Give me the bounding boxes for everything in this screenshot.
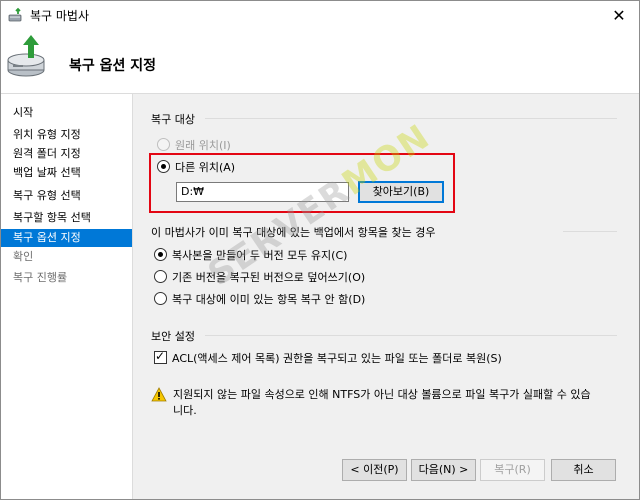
title-bar: 복구 마법사 ✕	[1, 1, 639, 29]
recovery-wizard-window: 복구 마법사 ✕ 복구 옵션 지정 시작 위치 유형 지정 원격 폴더 지정 백…	[0, 0, 640, 500]
divider	[205, 118, 617, 119]
overwrite-label: 기존 버전을 복구된 버전으로 덮어쓰기(O)	[172, 271, 366, 284]
recover-button[interactable]: 복구(R)	[480, 459, 545, 481]
sidebar-item-confirm: 확인	[13, 250, 34, 263]
keep-both-label: 복사본을 만들어 두 버전 모두 유지(C)	[172, 249, 348, 262]
wizard-steps-sidebar: 시작 위치 유형 지정 원격 폴더 지정 백업 날짜 선택 복구 유형 선택 복…	[1, 94, 133, 499]
sidebar-item-location-type: 위치 유형 지정	[13, 128, 81, 141]
recovery-target-group-title: 복구 대상	[151, 113, 195, 126]
warning-icon	[151, 387, 167, 402]
sidebar-item-progress: 복구 진행률	[13, 271, 68, 284]
prev-button[interactable]: < 이전(P)	[342, 459, 407, 481]
backup-recovery-icon	[7, 35, 45, 77]
acl-restore-label: ACL(액세스 제어 목록) 권한을 복구되고 있는 파일 또는 폴더로 복원(…	[172, 352, 502, 365]
skip-existing-label: 복구 대상에 이미 있는 항목 복구 안 함(D)	[172, 293, 366, 306]
next-button[interactable]: 다음(N) >	[411, 459, 476, 481]
conflict-group-title: 이 마법사가 이미 복구 대상에 있는 백업에서 항목을 찾는 경우	[151, 226, 436, 239]
overwrite-radio[interactable]	[154, 270, 167, 283]
page-title: 복구 옵션 지정	[69, 58, 157, 74]
window-title: 복구 마법사	[30, 9, 90, 23]
ntfs-warning-text: 지원되지 않는 파일 속성으로 인해 NTFS가 아닌 대상 볼륨으로 파일 복…	[173, 388, 591, 417]
acl-restore-checkbox[interactable]	[154, 349, 167, 364]
security-group-title: 보안 설정	[151, 330, 195, 343]
original-location-radio[interactable]	[157, 138, 170, 151]
original-location-label: 원래 위치(I)	[175, 139, 231, 152]
divider	[205, 335, 617, 336]
wizard-header: 복구 옵션 지정	[1, 29, 639, 94]
sidebar-item-remote-folder: 원격 폴더 지정	[13, 147, 81, 160]
keep-both-radio[interactable]	[154, 248, 167, 261]
sidebar-item-backup-date: 백업 날짜 선택	[13, 166, 81, 179]
close-button[interactable]: ✕	[599, 1, 639, 29]
sidebar-item-recovery-type: 복구 유형 선택	[13, 189, 81, 202]
backup-app-icon	[8, 7, 22, 22]
sidebar-item-recovery-options: 복구 옵션 지정	[1, 229, 132, 247]
divider	[563, 231, 617, 232]
skip-existing-radio[interactable]	[154, 292, 167, 305]
close-icon: ✕	[612, 5, 626, 25]
annotation-highlight-box	[149, 153, 455, 213]
sidebar-item-select-items: 복구할 항목 선택	[13, 211, 91, 224]
sidebar-item-start: 시작	[13, 106, 34, 119]
cancel-button[interactable]: 취소	[551, 459, 616, 481]
